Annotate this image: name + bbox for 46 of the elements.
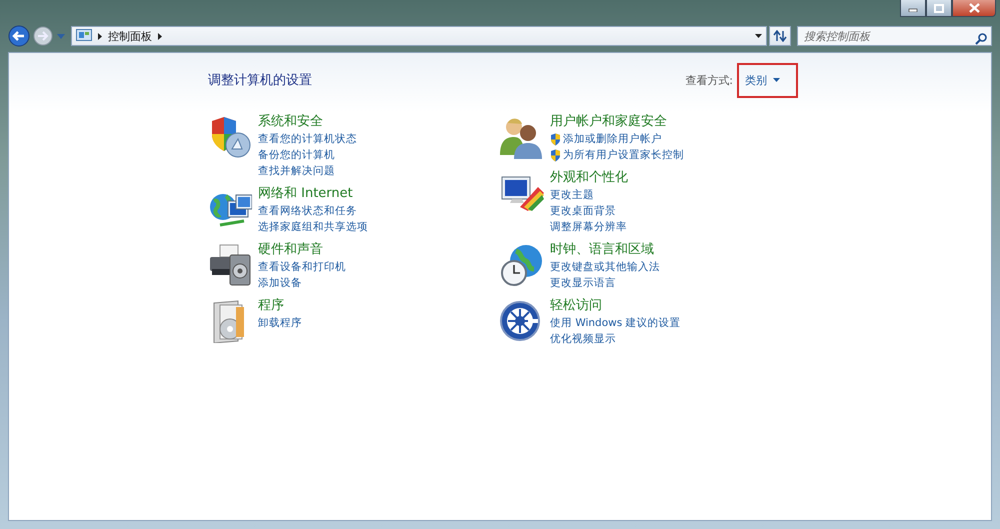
category-link[interactable]: 用户帐户和家庭安全 [550, 113, 667, 131]
close-icon [968, 3, 980, 13]
category-link[interactable]: 程序 [258, 297, 284, 315]
category-link[interactable]: 硬件和声音 [258, 241, 323, 259]
task-link[interactable]: 查看您的计算机状态 [258, 131, 357, 147]
view-by-dropdown[interactable]: 类别 [745, 72, 780, 88]
maximize-icon [934, 4, 944, 12]
task-link[interactable]: 选择家庭组和共享选项 [258, 219, 368, 235]
task-link[interactable]: 添加或删除用户帐户 [563, 131, 662, 147]
task-link[interactable]: 更改显示语言 [550, 275, 616, 291]
task-link[interactable]: 备份您的计算机 [258, 147, 335, 163]
task-link[interactable]: 优化视频显示 [550, 331, 616, 347]
task-link[interactable]: 查找并解决问题 [258, 163, 335, 179]
task-link[interactable]: 卸载程序 [258, 315, 302, 331]
breadcrumb-item[interactable]: 控制面板 [108, 28, 152, 44]
maximize-button[interactable] [926, 0, 952, 17]
category-link[interactable]: 外观和个性化 [550, 169, 628, 187]
task-link[interactable]: 更改桌面背景 [550, 203, 616, 219]
search-field[interactable]: 搜索控制面板 [797, 26, 992, 46]
breadcrumb-arrow-icon[interactable] [98, 32, 102, 40]
close-button[interactable] [952, 0, 996, 17]
breadcrumb-arrow-icon[interactable] [158, 32, 162, 40]
page-title: 调整计算机的设置 [208, 72, 312, 89]
task-link[interactable]: 查看设备和打印机 [258, 259, 346, 275]
task-link[interactable]: 使用 Windows 建议的设置 [550, 315, 681, 331]
category-link[interactable]: 系统和安全 [258, 113, 323, 131]
caret-icon [773, 78, 780, 82]
task-link[interactable]: 调整屏幕分辨率 [550, 219, 627, 235]
task-link[interactable]: 查看网络状态和任务 [258, 203, 357, 219]
task-link[interactable]: 更改主题 [550, 187, 594, 203]
category-link[interactable]: 时钟、语言和区域 [550, 241, 654, 259]
task-link[interactable]: 为所有用户设置家长控制 [563, 147, 684, 163]
minimize-button[interactable] [900, 0, 926, 17]
address-bar[interactable]: 控制面板 [71, 26, 767, 46]
category-link[interactable]: 轻松访问 [550, 297, 602, 315]
category-link[interactable]: 网络和 Internet [258, 185, 353, 203]
forward-button[interactable] [33, 26, 53, 46]
globe-clock-icon[interactable] [500, 243, 544, 287]
control-panel-icon [76, 29, 92, 43]
view-by-label: 查看方式: [685, 72, 733, 88]
back-button[interactable] [8, 25, 30, 47]
dropdown-caret-icon[interactable] [755, 34, 762, 38]
refresh-button[interactable] [769, 26, 791, 46]
printer-speaker-icon[interactable] [208, 243, 252, 287]
task-link[interactable]: 添加设备 [258, 275, 302, 291]
task-link[interactable]: 更改键盘或其他输入法 [550, 259, 660, 275]
